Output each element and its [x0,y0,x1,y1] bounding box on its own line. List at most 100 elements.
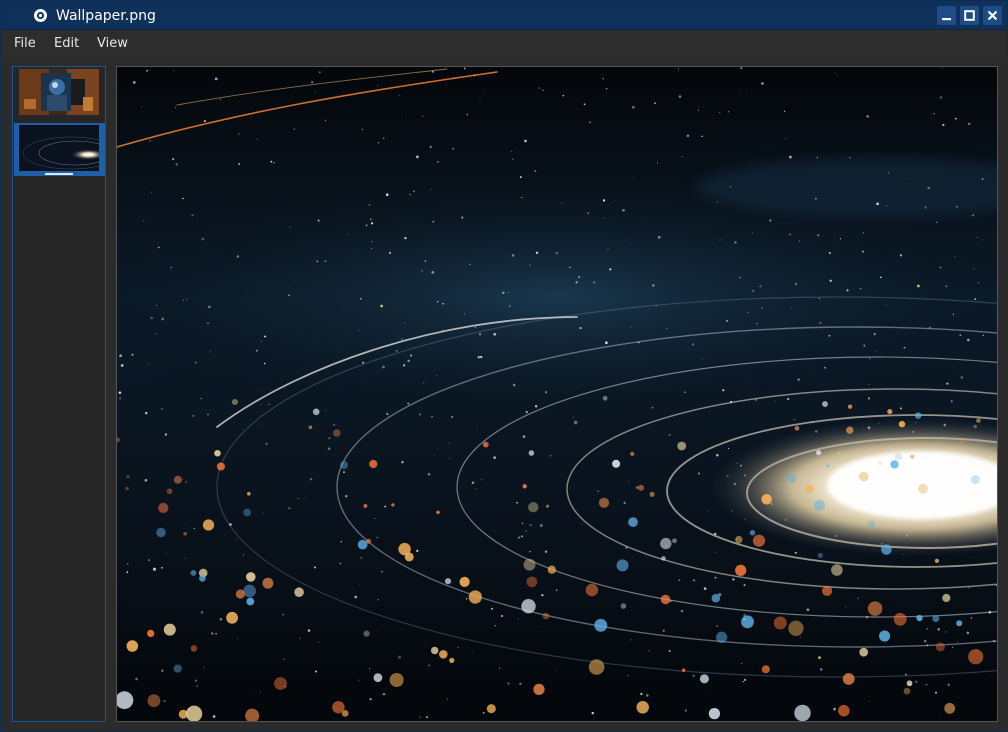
bokeh-light [528,450,535,456]
star [313,566,316,569]
star [369,668,371,670]
star [516,501,518,504]
star [317,219,320,222]
star [236,255,240,258]
star [955,205,959,208]
star [554,668,556,670]
bokeh-light [235,589,246,599]
star [172,158,175,161]
star [845,605,847,607]
bokeh-light [391,503,395,507]
star [386,412,389,416]
star [401,338,403,340]
star [170,266,173,269]
bokeh-light [826,463,830,468]
star [939,266,942,269]
star [293,128,295,130]
bokeh-light [294,587,304,597]
star [354,595,358,599]
star [982,334,984,337]
star [493,456,496,459]
star [846,289,849,292]
bokeh-light [718,593,722,597]
menu-view[interactable]: View [97,36,128,52]
bokeh-light [246,572,256,582]
star [385,193,389,196]
bokeh-light [699,674,709,684]
thumbnail-galaxy-image[interactable] [19,125,99,171]
star [791,307,793,308]
bokeh-light [468,590,482,604]
star [208,305,211,309]
star [191,214,194,217]
menu-file[interactable]: File [14,36,36,52]
maximize-button[interactable] [960,6,979,25]
bokeh-light [749,529,756,536]
star [325,409,327,411]
thumbnail-robot-image[interactable] [19,69,99,115]
star [424,260,427,262]
star [204,667,205,668]
close-button[interactable] [983,6,1002,25]
bokeh-light [761,665,770,674]
star [789,233,792,236]
star [535,251,539,254]
star [289,285,291,287]
star [849,157,851,159]
star [430,189,432,190]
star [263,362,266,365]
star [833,707,836,711]
star [421,270,424,272]
image-viewport[interactable] [116,66,998,722]
star [542,89,544,92]
title-bar[interactable]: Wallpaper.png [1,1,1007,30]
star [431,415,434,418]
star [401,461,404,464]
star [519,176,522,179]
star [317,641,320,643]
star [678,95,682,98]
star [631,105,635,109]
star [480,355,483,359]
star [668,649,671,653]
star [432,220,435,223]
bokeh-light [243,584,256,598]
bokeh-light [794,704,811,721]
star [534,170,537,173]
menu-edit[interactable]: Edit [54,36,79,52]
bokeh-light [547,565,556,574]
star [272,161,275,164]
star [739,276,741,279]
star [418,413,421,416]
bokeh-light [918,483,928,494]
bokeh-light [444,578,452,585]
star [615,199,617,201]
star [126,571,129,574]
star [806,608,810,612]
star [529,551,531,553]
bokeh-light [660,594,671,605]
star [376,536,379,539]
star [534,405,538,408]
bokeh-light [858,471,869,482]
bokeh-light [546,504,550,508]
bokeh-light [804,484,814,494]
star [946,382,949,385]
star [924,206,927,209]
star [525,410,528,414]
bokeh-light [661,556,666,561]
star [728,447,730,450]
star [316,260,319,263]
bokeh-light [486,704,496,714]
star [265,442,268,445]
star [654,102,656,104]
minimize-button[interactable] [937,6,956,25]
star [377,85,379,87]
star [580,384,582,386]
bokeh-light [602,395,608,401]
bokeh-light [898,420,906,428]
star [726,320,728,322]
bokeh-light [660,537,672,550]
star [494,625,496,627]
star [816,234,820,237]
